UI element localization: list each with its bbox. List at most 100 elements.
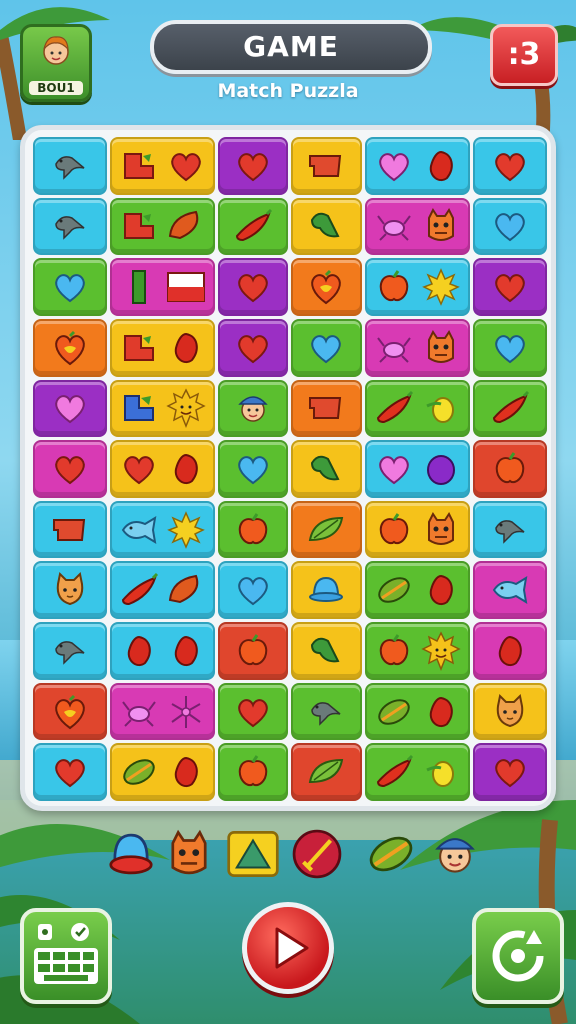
tile[interactable]	[33, 440, 107, 498]
heart-icon	[237, 152, 268, 182]
tile[interactable]	[217, 379, 288, 438]
flag-icon	[309, 154, 342, 177]
tile[interactable]	[33, 318, 107, 377]
tile[interactable]	[217, 561, 288, 620]
tile[interactable]	[473, 137, 547, 195]
tile[interactable]	[365, 440, 471, 498]
tray-piece[interactable]	[162, 826, 216, 882]
tile[interactable]	[109, 197, 215, 256]
boy-icon	[237, 396, 268, 423]
tile[interactable]	[365, 258, 471, 316]
tile[interactable]	[365, 743, 471, 801]
tile[interactable]	[365, 137, 471, 195]
tile[interactable]	[33, 561, 107, 620]
heart-pink-icon	[379, 152, 410, 182]
tile[interactable]	[109, 258, 215, 316]
tile[interactable]	[217, 137, 288, 195]
refresh-button[interactable]	[472, 908, 564, 1004]
tile[interactable]	[290, 318, 363, 377]
tile[interactable]	[109, 500, 215, 559]
tray-piece[interactable]	[290, 826, 344, 882]
fish-icon	[492, 576, 528, 605]
berry-icon	[127, 635, 151, 666]
pepper-icon	[493, 391, 530, 424]
monster-icon	[428, 511, 455, 545]
tile[interactable]	[290, 500, 363, 559]
tile[interactable]	[473, 318, 547, 377]
tile[interactable]	[290, 682, 363, 741]
heart-icon	[495, 759, 525, 788]
tile[interactable]	[217, 622, 288, 680]
bar-icon	[131, 270, 146, 305]
tile[interactable]	[109, 682, 215, 741]
keyboard-icon	[34, 923, 98, 984]
tile[interactable]	[109, 318, 215, 377]
tile[interactable]	[473, 258, 547, 316]
count-badge[interactable]: :3	[490, 24, 558, 86]
tray-piece[interactable]	[428, 826, 482, 882]
tile[interactable]	[473, 440, 547, 498]
tile[interactable]	[365, 500, 471, 559]
tile[interactable]	[33, 682, 107, 741]
tile[interactable]	[290, 258, 363, 316]
tile[interactable]	[33, 500, 107, 559]
tile[interactable]	[217, 743, 288, 801]
tile[interactable]	[109, 622, 215, 680]
heart-blue-icon	[237, 456, 268, 485]
tile[interactable]	[217, 682, 288, 741]
tile[interactable]	[109, 743, 215, 801]
tile[interactable]	[290, 379, 363, 438]
tray-piece[interactable]	[226, 826, 280, 882]
berry-icon	[174, 453, 198, 485]
tile[interactable]	[217, 500, 288, 559]
berry-icon	[498, 635, 522, 666]
tile[interactable]	[33, 622, 107, 680]
leaf-icon	[311, 213, 340, 238]
sun-icon	[166, 510, 205, 549]
tile[interactable]	[109, 379, 215, 438]
tile[interactable]	[473, 622, 547, 680]
tile[interactable]	[290, 561, 363, 620]
tray-piece[interactable]	[104, 826, 158, 882]
tile[interactable]	[33, 197, 107, 256]
heart-blue-icon	[237, 577, 268, 606]
sun-face-icon	[421, 631, 461, 671]
keyboard-button[interactable]	[20, 908, 112, 1004]
tile[interactable]	[109, 561, 215, 620]
tray-piece[interactable]	[364, 826, 418, 882]
tile[interactable]	[290, 137, 363, 195]
tile[interactable]	[290, 622, 363, 680]
tile[interactable]	[33, 137, 107, 195]
tile[interactable]	[365, 561, 471, 620]
tile[interactable]	[473, 743, 547, 801]
tile[interactable]	[33, 379, 107, 438]
tile[interactable]	[473, 682, 547, 741]
tile[interactable]	[473, 500, 547, 559]
sun-icon	[422, 268, 461, 306]
tile[interactable]	[217, 258, 288, 316]
tile[interactable]	[473, 561, 547, 620]
tile[interactable]	[217, 318, 288, 377]
tile[interactable]	[109, 137, 215, 195]
tile[interactable]	[290, 197, 363, 256]
tile[interactable]	[473, 197, 547, 256]
tile[interactable]	[473, 379, 547, 438]
tile[interactable]	[290, 743, 363, 801]
tile[interactable]	[33, 258, 107, 316]
tile[interactable]	[365, 379, 471, 438]
tile[interactable]	[217, 197, 288, 256]
tile[interactable]	[33, 743, 107, 801]
tile[interactable]	[217, 440, 288, 498]
cat-icon	[56, 572, 84, 606]
avatar-button[interactable]: BOU1	[20, 24, 92, 102]
fruit-heart-icon	[55, 330, 85, 365]
tile[interactable]	[365, 318, 471, 377]
apple-icon	[238, 512, 267, 544]
tile[interactable]	[109, 440, 215, 498]
game-subtitle: Match Puzzla	[217, 80, 359, 102]
tile[interactable]	[365, 197, 471, 256]
play-button[interactable]	[242, 902, 334, 994]
tile[interactable]	[290, 440, 363, 498]
tile[interactable]	[365, 622, 471, 680]
tile[interactable]	[365, 682, 471, 741]
